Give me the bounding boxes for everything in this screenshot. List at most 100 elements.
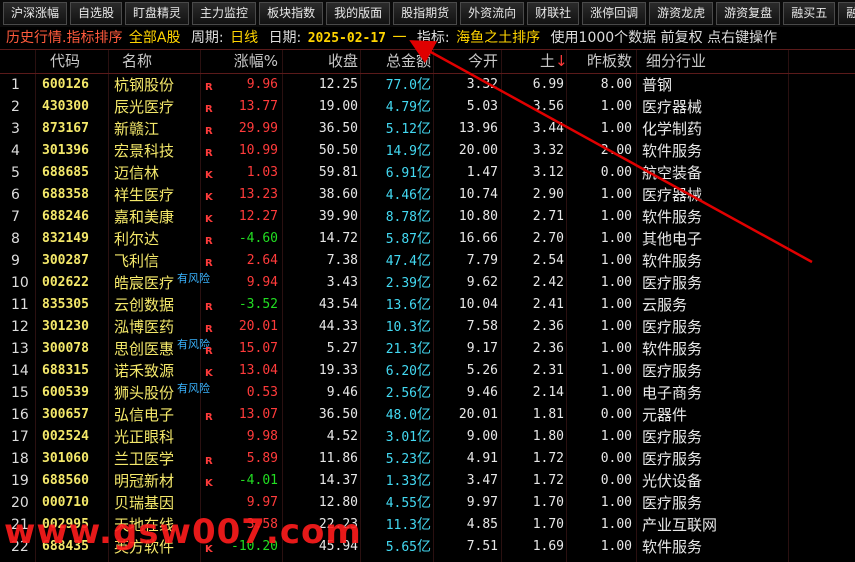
prev-board-count: 0.00 [600,407,632,422]
period-value[interactable]: 日线 [230,27,258,49]
prev-board-count: 1.00 [600,517,632,532]
total-amount: 6.20亿 [360,360,431,382]
stock-name: 嘉和美康 [114,208,175,226]
open-price: 9.46 [466,385,498,400]
header-tu[interactable]: 土↓ [540,50,570,72]
change-percent: 9.97 [246,495,278,510]
toolbar-button[interactable]: 盯盘精灵 [125,2,190,25]
tu-value: 2.70 [532,231,564,246]
toolbar-button[interactable]: 我的版面 [326,2,391,25]
amount-unit: 亿 [417,143,431,159]
tu-value: 2.31 [532,363,564,378]
total-amount: 6.91亿 [360,162,431,184]
amount-value: 13.6 [385,298,417,313]
industry: 软件服务 [642,142,703,160]
row-index: 6 [11,187,20,203]
table-row[interactable]: 6 688358 祥生医疗 K 13.23 38.60 4.46亿 10.74 2.90 1.00… [0,184,855,206]
table-row[interactable]: 16 300657 弘信电子 R 13.07 36.50 48.0亿 20.01 1.81 0.0… [0,404,855,426]
stock-name: 利尔达 [114,230,160,248]
close-price: 5.27 [326,341,358,356]
table-row[interactable]: 17 002524 光正眼科 9.98 4.52 3.01亿 9.00 1.80 1.00 医疗服… [0,426,855,448]
toolbar-button[interactable]: 游资龙虎 [649,2,714,25]
sort-desc-icon: ↓ [555,52,568,70]
history-label[interactable]: 历史行情.指标排序 [6,27,122,49]
amount-unit: 亿 [417,363,431,379]
amount-value: 2.39 [385,276,417,291]
header-close[interactable]: 收盘 [285,50,358,72]
table-row[interactable]: 3 873167 新赣江 R 29.99 36.50 5.12亿 13.96 3.44 1.00 化… [0,118,855,140]
header-tu-label: 土 [540,52,556,70]
change-percent: 13.23 [238,187,278,202]
row-index: 18 [11,451,28,467]
toolbar-button[interactable]: 融买 [838,2,855,25]
toolbar-button[interactable]: 股指期货 [393,2,458,25]
header-industry[interactable]: 细分行业 [646,50,796,72]
table-row[interactable]: 4 301396 宏景科技 R 10.99 50.50 14.9亿 20.00 3.32 2.00… [0,140,855,162]
toolbar-button[interactable]: 沪深涨幅 [3,2,68,25]
table-row[interactable]: 11 835305 云创数据 R -3.52 43.54 13.6亿 10.04 2.41 1.0… [0,294,855,316]
table-row[interactable]: 9 300287 飞利信 R 2.64 7.38 47.4亿 7.79 2.54 1.00 软件服务 [0,250,855,272]
scope-label[interactable]: 全部A股 [129,27,181,49]
toolbar-button[interactable]: 融买五 [783,2,836,25]
total-amount: 4.79亿 [360,96,431,118]
table-row[interactable]: 18 301060 兰卫医学 R 5.89 11.86 5.23亿 4.91 1.72 0.00 医… [0,448,855,470]
table-row[interactable]: 2 430300 辰光医疗 R 13.77 19.00 4.79亿 5.03 3.56 1.00 医… [0,96,855,118]
table-row[interactable]: 20 000710 贝瑞基因 9.97 12.80 4.55亿 9.97 1.70 1.00 医疗… [0,492,855,514]
table-row[interactable]: 14 688315 诺禾致源 K 13.04 19.33 6.20亿 5.26 2.31 1.00… [0,360,855,382]
total-amount: 3.01亿 [360,426,431,448]
amount-unit: 亿 [417,187,431,203]
header-open[interactable]: 今开 [436,50,498,72]
prev-board-count: 1.00 [600,253,632,268]
toolbar-button[interactable]: 板块指数 [259,2,324,25]
tu-value: 1.72 [532,451,564,466]
stock-name: 飞利信 [114,252,160,270]
stock-code: 000710 [42,495,89,510]
stock-name: 诺禾致源 [114,362,175,380]
prev-board-count: 1.00 [600,99,632,114]
close-price: 39.90 [318,209,358,224]
header-boards[interactable]: 昨板数 [569,50,632,72]
change-percent: -4.01 [238,473,278,488]
header-code[interactable]: 代码 [50,50,110,72]
total-amount: 10.3亿 [360,316,431,338]
change-percent: 29.99 [238,121,278,136]
table-row[interactable]: 19 688560 明冠新材 K -4.01 14.37 1.33亿 3.47 1.72 0.00… [0,470,855,492]
date-value[interactable]: 2025-02-17 [308,28,386,49]
close-price: 12.25 [318,77,358,92]
toolbar-button[interactable]: 外资流向 [460,2,525,25]
stock-code: 300287 [42,253,89,268]
change-percent: 5.89 [246,451,278,466]
amount-value: 47.4 [385,254,417,269]
table-row[interactable]: 10 002622 皓宸医疗 有风险 9.94 3.43 2.39亿 9.62 2.42 1.00… [0,272,855,294]
open-price: 9.00 [466,429,498,444]
toolbar-button[interactable]: 游资复盘 [716,2,781,25]
tu-value: 2.36 [532,319,564,334]
table-row[interactable]: 12 301230 泓博医药 R 20.01 44.33 10.3亿 7.58 2.36 1.00… [0,316,855,338]
header-amount[interactable]: 总金额 [360,50,431,72]
stock-name: 明冠新材 [114,472,175,490]
amount-unit: 亿 [417,231,431,247]
toolbar-button[interactable]: 自选股 [70,2,123,25]
header-name[interactable]: 名称 [122,50,212,72]
toolbar-button[interactable]: 主力监控 [192,2,257,25]
table-row[interactable]: 8 832149 利尔达 R -4.60 14.72 5.87亿 16.66 2.70 1.00 其… [0,228,855,250]
close-price: 50.50 [318,143,358,158]
table-row[interactable]: 15 600539 狮头股份 有风险 0.53 9.46 2.56亿 9.46 2.14 1.00… [0,382,855,404]
prev-board-count: 1.00 [600,429,632,444]
header-change[interactable]: 涨幅% [218,50,278,72]
table-row[interactable]: 13 300078 思创医惠 有风险 R 15.07 5.27 21.3亿 9.17 2.36 1.… [0,338,855,360]
open-price: 20.00 [458,143,498,158]
amount-value: 2.56 [385,386,417,401]
indicator-value[interactable]: 海鱼之土排序 [456,27,540,49]
table-row[interactable]: 7 688246 嘉和美康 K 12.27 39.90 8.78亿 10.80 2.71 1.00… [0,206,855,228]
total-amount: 8.78亿 [360,206,431,228]
row-index: 2 [11,99,20,115]
amount-value: 48.0 [385,408,417,423]
toolbar-button[interactable]: 财联社 [527,2,580,25]
table-row[interactable]: 5 688685 迈信林 K 1.03 59.81 6.91亿 1.47 3.12 0.00 航空装… [0,162,855,184]
toolbar-button[interactable]: 涨停回调 [582,2,647,25]
amount-value: 10.3 [385,320,417,335]
table-row[interactable]: 1 600126 杭钢股份 R 9.96 12.25 77.0亿 3.32 6.99 8.00 普钢 [0,74,855,96]
stock-code: 832149 [42,231,89,246]
close-price: 11.86 [318,451,358,466]
